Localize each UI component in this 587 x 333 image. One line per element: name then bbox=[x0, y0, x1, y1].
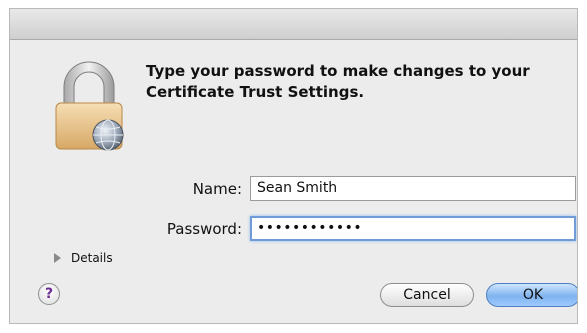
ok-button[interactable]: OK bbox=[486, 283, 577, 307]
disclosure-triangle-icon[interactable] bbox=[54, 253, 61, 263]
lock-with-globe-icon bbox=[46, 57, 132, 157]
password-label: Password: bbox=[166, 220, 242, 238]
details-disclosure[interactable]: Details bbox=[54, 251, 113, 265]
dialog-message: Type your password to make changes to yo… bbox=[146, 62, 530, 101]
dialog-title-bar bbox=[10, 9, 577, 40]
details-label[interactable]: Details bbox=[71, 251, 113, 265]
name-label: Name: bbox=[192, 180, 242, 198]
cancel-button[interactable]: Cancel bbox=[380, 283, 474, 307]
authentication-dialog: Type your password to make changes to yo… bbox=[9, 8, 578, 324]
password-field[interactable]: •••••••••••• bbox=[250, 216, 576, 241]
help-icon[interactable]: ? bbox=[45, 286, 53, 302]
help-button[interactable]: ? bbox=[38, 283, 60, 305]
name-field[interactable]: Sean Smith bbox=[250, 176, 576, 201]
